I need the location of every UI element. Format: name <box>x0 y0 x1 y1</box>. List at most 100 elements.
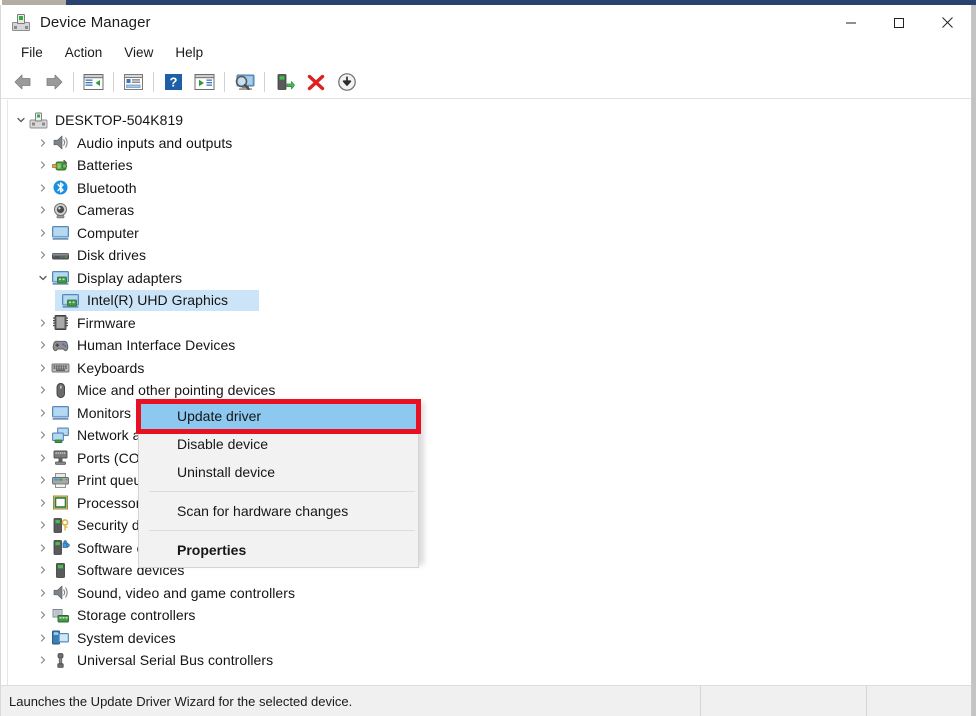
tree-item-label: Universal Serial Bus controllers <box>77 652 273 668</box>
status-pane-2 <box>701 686 867 716</box>
processor-icon <box>51 494 70 511</box>
chevron-right-icon[interactable] <box>35 607 51 623</box>
chevron-right-icon[interactable] <box>35 427 51 443</box>
keyboard-icon <box>51 359 70 376</box>
tree-row-universal-serial-bus-controllers[interactable]: Universal Serial Bus controllers <box>9 649 971 672</box>
chevron-right-icon[interactable] <box>35 135 51 151</box>
show-hide-console-tree-icon <box>83 73 104 91</box>
toolbar-separator <box>73 72 74 92</box>
chevron-right-icon[interactable] <box>35 495 51 511</box>
tree-row-root[interactable]: DESKTOP-504K819 <box>9 109 971 132</box>
tree-row-cameras[interactable]: Cameras <box>9 199 971 222</box>
close-icon <box>941 16 954 29</box>
toolbar-separator <box>113 72 114 92</box>
forward-button[interactable] <box>38 68 69 96</box>
chevron-right-icon[interactable] <box>35 382 51 398</box>
tree-row-human-interface-devices[interactable]: Human Interface Devices <box>9 334 971 357</box>
firmware-icon <box>51 314 70 331</box>
chevron-right-icon[interactable] <box>35 337 51 353</box>
tree-row-batteries[interactable]: Batteries <box>9 154 971 177</box>
uninstall-device-button[interactable] <box>300 68 331 96</box>
chevron-right-icon[interactable] <box>35 247 51 263</box>
chevron-right-icon[interactable] <box>35 450 51 466</box>
tree-item-label: Mice and other pointing devices <box>77 382 275 398</box>
toolbar-separator <box>224 72 225 92</box>
update-driver-button[interactable] <box>189 68 220 96</box>
menu-help[interactable]: Help <box>164 43 214 63</box>
tree-item-label: Human Interface Devices <box>77 337 235 353</box>
context-menu-item-scan-for-hardware-changes[interactable]: Scan for hardware changes <box>139 497 418 525</box>
tree-row-computer[interactable]: Computer <box>9 222 971 245</box>
scan-for-hardware-changes-button[interactable] <box>229 68 260 96</box>
chevron-right-icon[interactable] <box>35 180 51 196</box>
enable-device-button[interactable] <box>269 68 300 96</box>
device-context-menu[interactable]: Update driver Disable device Uninstall d… <box>138 399 419 568</box>
chevron-right-icon[interactable] <box>35 225 51 241</box>
tree-item-label: Storage controllers <box>77 607 195 623</box>
context-menu-separator <box>149 530 415 531</box>
device-tree[interactable]: DESKTOP-504K819 Audio inputs and o <box>9 109 971 685</box>
bluetooth-icon <box>51 179 70 196</box>
help-icon: ? <box>164 73 183 91</box>
chevron-right-icon[interactable] <box>35 517 51 533</box>
tree-row-audio-inputs-and-outputs[interactable]: Audio inputs and outputs <box>9 132 971 155</box>
security-device-icon <box>51 517 70 534</box>
minimize-button[interactable] <box>827 5 875 40</box>
properties-button[interactable] <box>118 68 149 96</box>
context-menu-item-properties[interactable]: Properties <box>139 536 418 564</box>
enable-device-icon <box>275 73 295 92</box>
tree-row-bluetooth[interactable]: Bluetooth <box>9 177 971 200</box>
show-hide-console-tree-button[interactable] <box>78 68 109 96</box>
menu-bar: File Action View Help <box>1 40 971 66</box>
hid-icon <box>51 337 70 354</box>
properties-icon <box>123 73 144 91</box>
tree-row-disk-drives[interactable]: Disk drives <box>9 244 971 267</box>
chevron-right-icon[interactable] <box>35 585 51 601</box>
maximize-button[interactable] <box>875 5 923 40</box>
back-button[interactable] <box>7 68 38 96</box>
toolbar: ? <box>1 66 971 99</box>
tree-row-intel-uhd-graphics[interactable]: Intel(R) UHD Graphics <box>9 289 971 312</box>
tree-row-firmware[interactable]: Firmware <box>9 312 971 335</box>
scan-for-hardware-changes-icon <box>233 72 257 92</box>
tree-item-label: Monitors <box>77 405 131 421</box>
chevron-right-icon[interactable] <box>35 630 51 646</box>
tree-item-label: Intel(R) UHD Graphics <box>87 292 228 308</box>
display-adapter-icon <box>51 269 70 286</box>
console-tree-panel: DESKTOP-504K819 Audio inputs and o <box>1 100 971 685</box>
tree-row-storage-controllers[interactable]: Storage controllers <box>9 604 971 627</box>
tree-row-system-devices[interactable]: System devices <box>9 627 971 650</box>
chevron-right-icon[interactable] <box>35 472 51 488</box>
tree-panel-border <box>7 100 8 685</box>
chevron-right-icon[interactable] <box>35 315 51 331</box>
tree-item-label: Sound, video and game controllers <box>77 585 295 601</box>
chevron-right-icon[interactable] <box>35 562 51 578</box>
help-button[interactable]: ? <box>158 68 189 96</box>
tree-row-display-adapters[interactable]: Display adapters <box>9 267 971 290</box>
tree-row-keyboards[interactable]: Keyboards <box>9 357 971 380</box>
chevron-down-icon[interactable] <box>13 112 29 128</box>
tree-item-label: Audio inputs and outputs <box>77 135 232 151</box>
chevron-down-icon[interactable] <box>35 270 51 286</box>
context-menu-item-disable-device[interactable]: Disable device <box>139 430 418 458</box>
chevron-right-icon[interactable] <box>35 540 51 556</box>
uninstall-device-icon <box>306 73 326 92</box>
menu-action[interactable]: Action <box>54 43 114 63</box>
tree-item-label: System devices <box>77 630 176 646</box>
printer-icon <box>51 472 70 489</box>
storage-controller-icon <box>51 607 70 624</box>
chevron-right-icon[interactable] <box>35 157 51 173</box>
tree-row-sound-video-and-game-controllers[interactable]: Sound, video and game controllers <box>9 582 971 605</box>
usb-icon <box>51 652 70 669</box>
menu-file[interactable]: File <box>10 43 54 63</box>
chevron-right-icon[interactable] <box>35 405 51 421</box>
chevron-right-icon[interactable] <box>35 652 51 668</box>
tree-item-label: Bluetooth <box>77 180 137 196</box>
show-hidden-devices-button[interactable] <box>331 68 362 96</box>
close-button[interactable] <box>923 5 971 40</box>
chevron-right-icon[interactable] <box>35 360 51 376</box>
context-menu-item-update-driver[interactable]: Update driver <box>139 402 418 430</box>
menu-view[interactable]: View <box>113 43 164 63</box>
chevron-right-icon[interactable] <box>35 202 51 218</box>
context-menu-item-uninstall-device[interactable]: Uninstall device <box>139 458 418 486</box>
